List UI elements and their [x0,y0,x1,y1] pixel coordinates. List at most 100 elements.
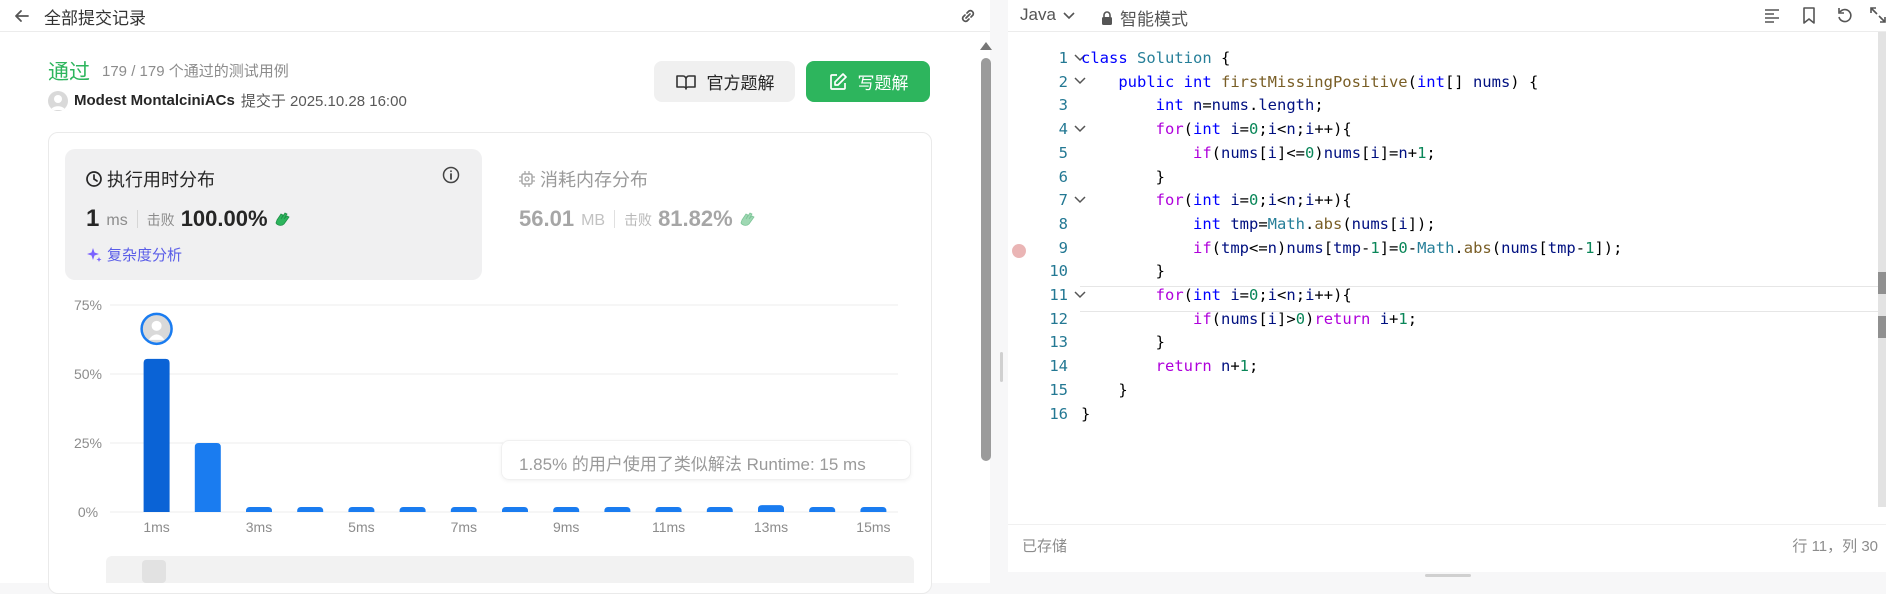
line-number: 5 [1058,143,1068,162]
code-line[interactable]: 5 if(nums[i]<=0)nums[i]=n+1; [1008,141,1878,165]
author-name[interactable]: Modest MontalciniACs [74,92,235,109]
code-line[interactable]: 15 } [1008,378,1878,402]
line-number: 2 [1058,72,1068,91]
chart-bar-7ms[interactable] [450,507,477,512]
x-tick-label: 1ms [143,519,169,535]
tooltip-text: 1.85% 的用户使用了类似解法 Runtime: 15 ms [519,455,866,474]
language-label: Java [1020,5,1056,24]
runtime-distribution-chart: 0% 25% 50% 75% 1ms 3ms 5ms 7ms 9ms 11ms 13ms 15ms [74,297,898,535]
editor-statusbar: 已存储 行 11，列 30 [1008,524,1886,565]
editor-scrollbar[interactable] [1878,32,1886,507]
code-line[interactable]: 6 } [1008,165,1878,189]
back-button[interactable]: 全部提交记录 [12,4,146,28]
memory-beats: 81.82% [658,206,733,231]
chart-bar-3ms[interactable] [246,507,272,512]
x-tick-label: 9ms [553,519,579,535]
line-number: 10 [1049,262,1068,281]
chart-range-slider[interactable] [106,556,914,583]
code-line[interactable]: 10 } [1008,259,1878,283]
code-line[interactable]: 7 for(int i=0;i<n;i++){ [1008,188,1878,212]
chart-bar-8ms[interactable] [502,507,528,512]
code-text: int n=nums.length; [1155,96,1324,115]
code-editor[interactable]: 1 class Solution {2 public int firstMissi… [1008,32,1878,524]
author-line: Modest MontalciniACs 提交于 2025.10.28 16:0… [48,90,407,111]
scroll-up-arrow[interactable] [980,42,992,50]
code-text: if(nums[i]<=0)nums[i]=n+1; [1192,143,1436,162]
submitted-time: 提交于 2025.10.28 16:00 [240,93,407,110]
official-solution-label: 官方题解 [706,74,775,93]
info-icon[interactable] [441,165,461,185]
chart-tooltip: 1.85% 的用户使用了类似解法 Runtime: 15 ms [501,440,911,480]
editor-scrollbar-marker [1878,316,1886,338]
bottom-panel-edge [1008,572,1886,583]
sparkle-icon [85,246,103,264]
chart-bar-9ms[interactable] [553,507,580,512]
chart-bar-6ms[interactable] [399,507,426,512]
code-line[interactable]: 1 class Solution { [1008,46,1878,70]
code-line[interactable]: 13 } [1008,330,1878,354]
back-label: 全部提交记录 [44,8,146,28]
code-line[interactable]: 14 return n+1; [1008,354,1878,378]
chart-bar-2ms[interactable] [194,443,221,512]
chevron-down-icon [1062,8,1076,22]
y-tick-label: 0% [78,504,98,520]
chart-bar-10ms[interactable] [604,507,631,512]
code-text: for(int i=0;i<n;i++){ [1155,191,1352,210]
code-line[interactable]: 16} [1008,402,1878,426]
y-tick-label: 50% [74,366,102,382]
code-text: } [1081,167,1165,186]
write-solution-button[interactable]: 写题解 [806,61,930,102]
link-icon[interactable] [957,5,979,27]
code-text: } [1081,333,1165,352]
runtime-beats: 100.00% [180,206,268,231]
clap-icon [272,209,292,229]
bookmark-icon[interactable] [1799,5,1819,25]
left-scrollbar-thumb[interactable] [981,58,991,461]
code-text: } [1081,380,1128,399]
line-number: 8 [1058,214,1068,233]
reset-icon[interactable] [1835,5,1855,25]
code-line[interactable]: 4 for(int i=0;i<n;i++){ [1008,117,1878,141]
chart-bar-15ms[interactable] [860,507,887,512]
lock-icon [1100,10,1114,26]
code-text: for(int i=0;i<n;i++){ [1155,120,1352,139]
divider-handle[interactable] [1000,352,1003,382]
chart-bar-5ms[interactable] [348,507,375,512]
avatar-head [151,320,162,331]
runtime-unit: ms [106,211,128,229]
language-select[interactable]: Java [1020,5,1076,25]
y-tick-label: 75% [74,297,102,313]
chart-bar-13ms[interactable] [758,505,784,512]
chart-bar-1ms[interactable] [143,358,170,512]
code-text: } [1081,262,1165,281]
left-topbar: 全部提交记录 [0,0,990,32]
avatar[interactable] [48,90,68,111]
chart-bar-4ms[interactable] [297,507,324,512]
chart-bar-11ms[interactable] [655,507,682,512]
chart-bar-12ms[interactable] [706,507,733,512]
resize-handle[interactable] [1425,574,1471,577]
status-accepted: 通过 [48,61,90,84]
official-solution-button[interactable]: 官方题解 [654,61,795,102]
panel-divider[interactable] [996,0,1008,583]
code-line[interactable]: 8 int tmp=Math.abs(nums[i]); [1008,212,1878,236]
memory-panel[interactable]: 消耗内存分布 56.01 MB 击败 81.82% [498,149,908,280]
range-slider-handle[interactable] [142,560,166,583]
code-line[interactable]: 2 public int firstMissingPositive(int[] … [1008,70,1878,94]
line-number: 7 [1058,191,1068,210]
fullscreen-icon[interactable] [1869,5,1886,25]
x-tick-label: 5ms [348,519,374,535]
editor-scrollbar-marker [1878,272,1886,294]
breakpoint-marker[interactable] [1012,244,1026,258]
code-line[interactable]: 3 int n=nums.length; [1008,93,1878,117]
line-number: 13 [1049,333,1068,352]
code-line[interactable]: 9 if(tmp<=n)nums[tmp-1]=0-Math.abs(nums[… [1008,236,1878,260]
chart-bar-14ms[interactable] [809,507,836,512]
mode-select[interactable]: 智能模式 [1100,5,1188,30]
runtime-panel[interactable]: 执行用时分布 1 ms 击败 100.00% 复杂度分析 [65,149,482,280]
test-summary: 179 / 179 个通过的测试用例 [102,63,289,80]
format-icon[interactable] [1762,5,1782,25]
memory-value: 56.01 [519,206,575,231]
complexity-analysis-link[interactable]: 复杂度分析 [85,244,182,265]
line-number: 9 [1058,238,1068,257]
